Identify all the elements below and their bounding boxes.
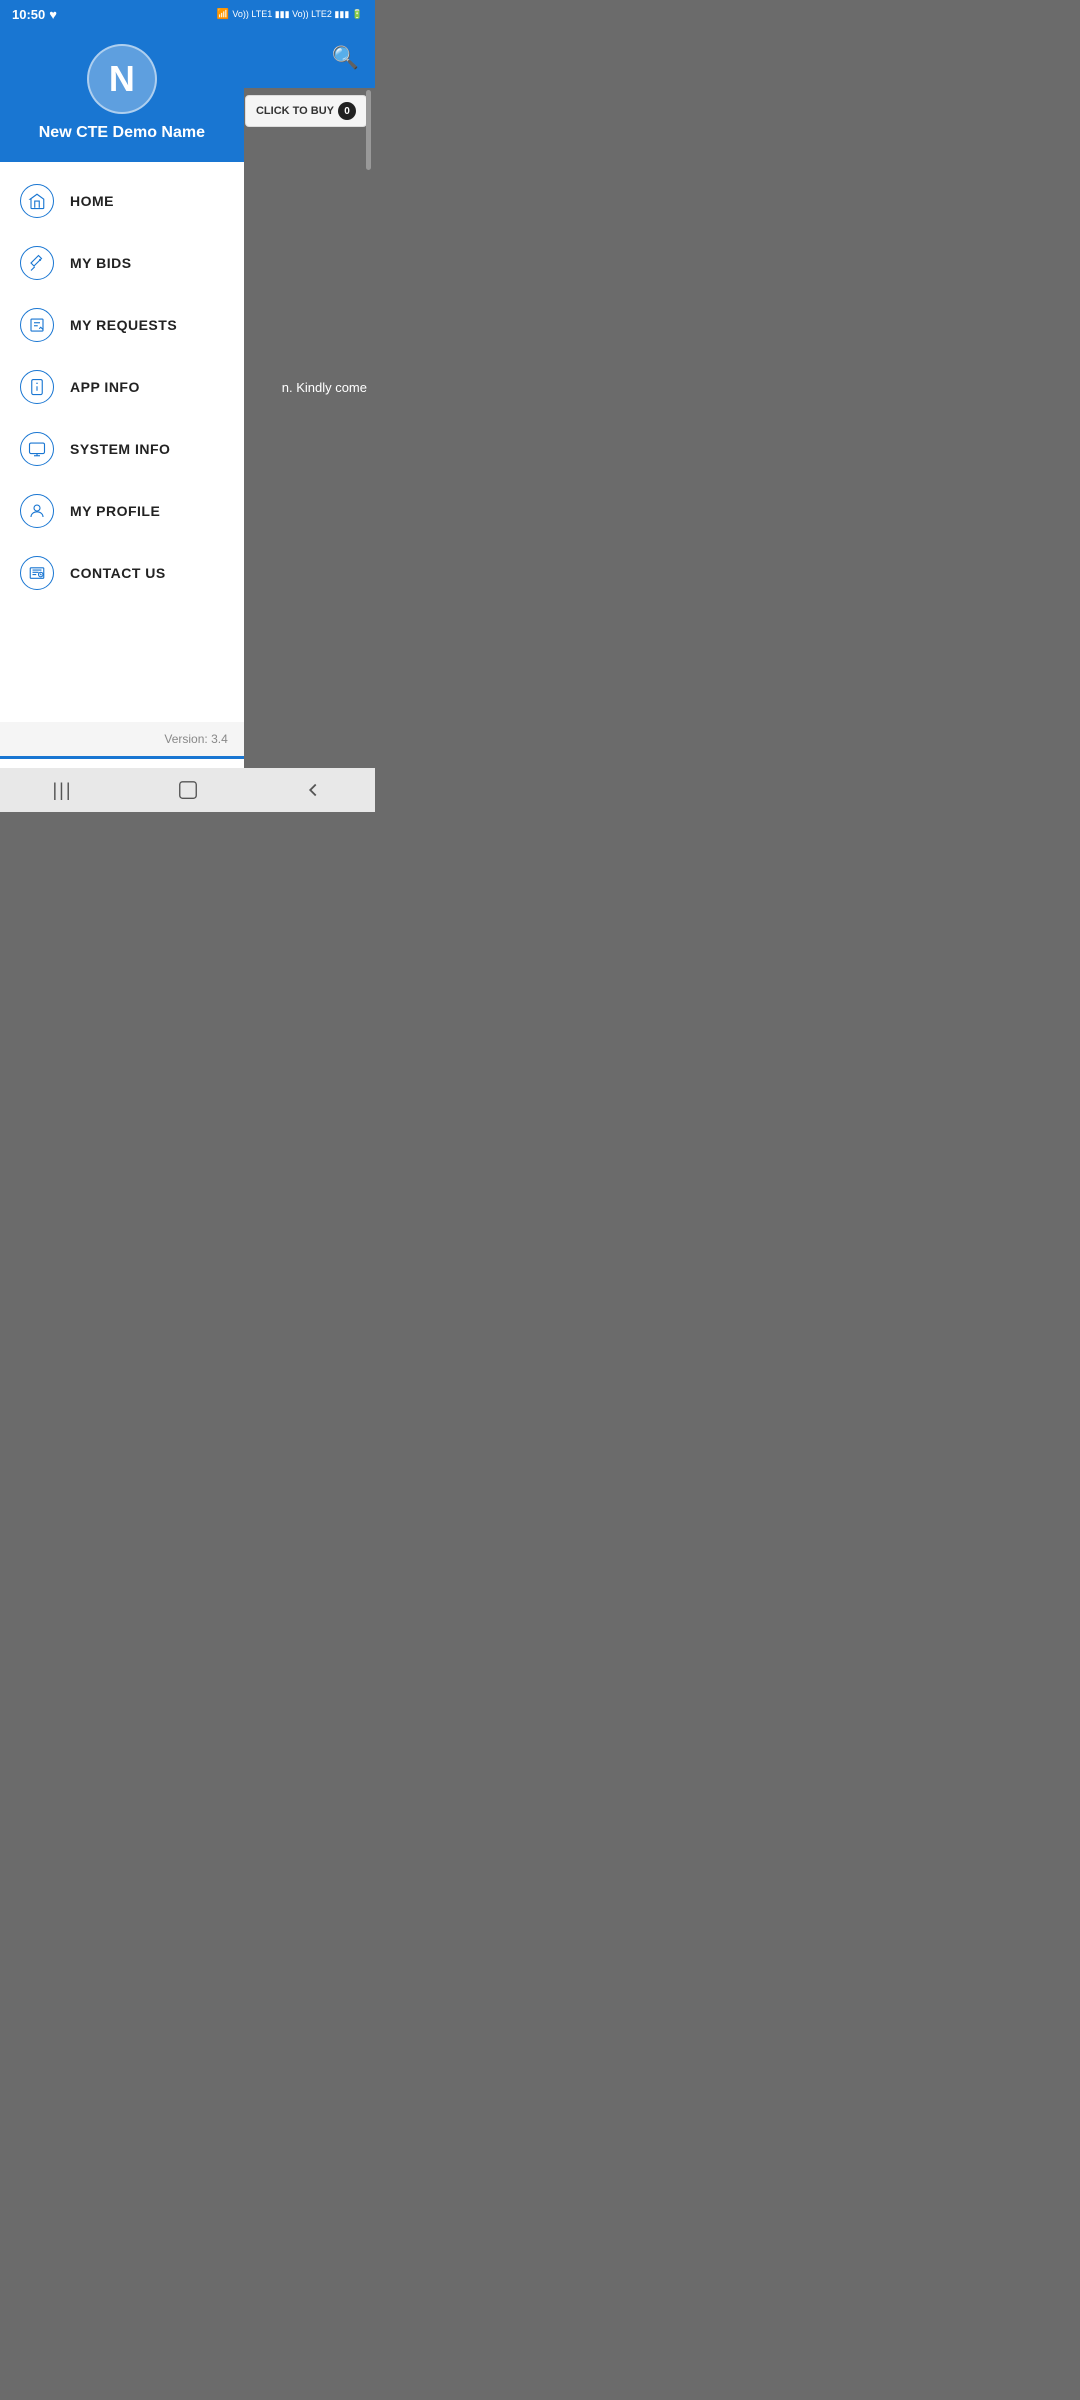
status-time: 10:50 ♥ [12,7,57,22]
contact-icon-circle [20,556,54,590]
profile-label: MY PROFILE [70,503,160,519]
search-icon[interactable]: 🔍 [332,45,359,71]
profile-icon [28,502,46,520]
avatar-letter: N [109,58,135,100]
sidebar-item-my-bids[interactable]: MY BIDS [0,232,244,294]
sidebar-item-home[interactable]: HOME [0,170,244,232]
system-info-icon [28,440,46,458]
bids-icon [28,254,46,272]
avatar: N [87,44,157,114]
contact-label: CONTACT US [70,565,166,581]
right-scrollbar[interactable] [366,90,371,170]
bids-icon-circle [20,246,54,280]
requests-icon [28,316,46,334]
app-info-icon [28,378,46,396]
nav-back-icon [302,779,324,801]
right-top-bar: 🔍 [225,28,375,88]
status-bar: 10:50 ♥ 📶 Vo)) LTE1 ▮▮▮ Vo)) LTE2 ▮▮▮ 🔋 [0,0,375,28]
click-to-buy-button[interactable]: CLICK TO BUY 0 [245,95,367,127]
profile-icon-circle [20,494,54,528]
app-info-icon-circle [20,370,54,404]
cart-count-badge: 0 [338,102,356,120]
contact-icon [28,564,46,582]
sidebar-item-my-profile[interactable]: MY PROFILE [0,480,244,542]
home-icon [28,192,46,210]
nav-back-button[interactable] [293,770,333,810]
status-icons: 📶 Vo)) LTE1 ▮▮▮ Vo)) LTE2 ▮▮▮ 🔋 [217,9,363,20]
app-info-label: APP INFO [70,379,140,395]
right-panel-text: n. Kindly come [282,380,367,395]
sidebar-item-contact-us[interactable]: CONTACT US [0,542,244,604]
nav-home-icon [177,779,199,801]
system-info-label: SYSTEM INFO [70,441,170,457]
nav-menu-icon: ||| [52,780,72,801]
heart-icon: ♥ [49,7,57,22]
system-info-icon-circle [20,432,54,466]
bottom-nav-bar: ||| [0,768,375,812]
home-icon-circle [20,184,54,218]
menu-list: HOME MY BIDS MY [0,162,244,722]
home-label: HOME [70,193,114,209]
sidebar-item-system-info[interactable]: SYSTEM INFO [0,418,244,480]
user-name: New CTE Demo Name [39,124,205,142]
wifi-icon: 📶 [217,9,229,20]
nav-home-button[interactable] [168,770,208,810]
signal-icons: Vo)) LTE1 ▮▮▮ Vo)) LTE2 ▮▮▮ 🔋 [232,9,363,20]
navigation-drawer: N New CTE Demo Name HOME [0,0,244,812]
bids-label: MY BIDS [70,255,132,271]
version-text: Version: 3.4 [0,722,244,756]
requests-label: MY REQUESTS [70,317,177,333]
requests-icon-circle [20,308,54,342]
sidebar-item-app-info[interactable]: APP INFO [0,356,244,418]
nav-menu-button[interactable]: ||| [43,770,83,810]
sidebar-item-my-requests[interactable]: MY REQUESTS [0,294,244,356]
